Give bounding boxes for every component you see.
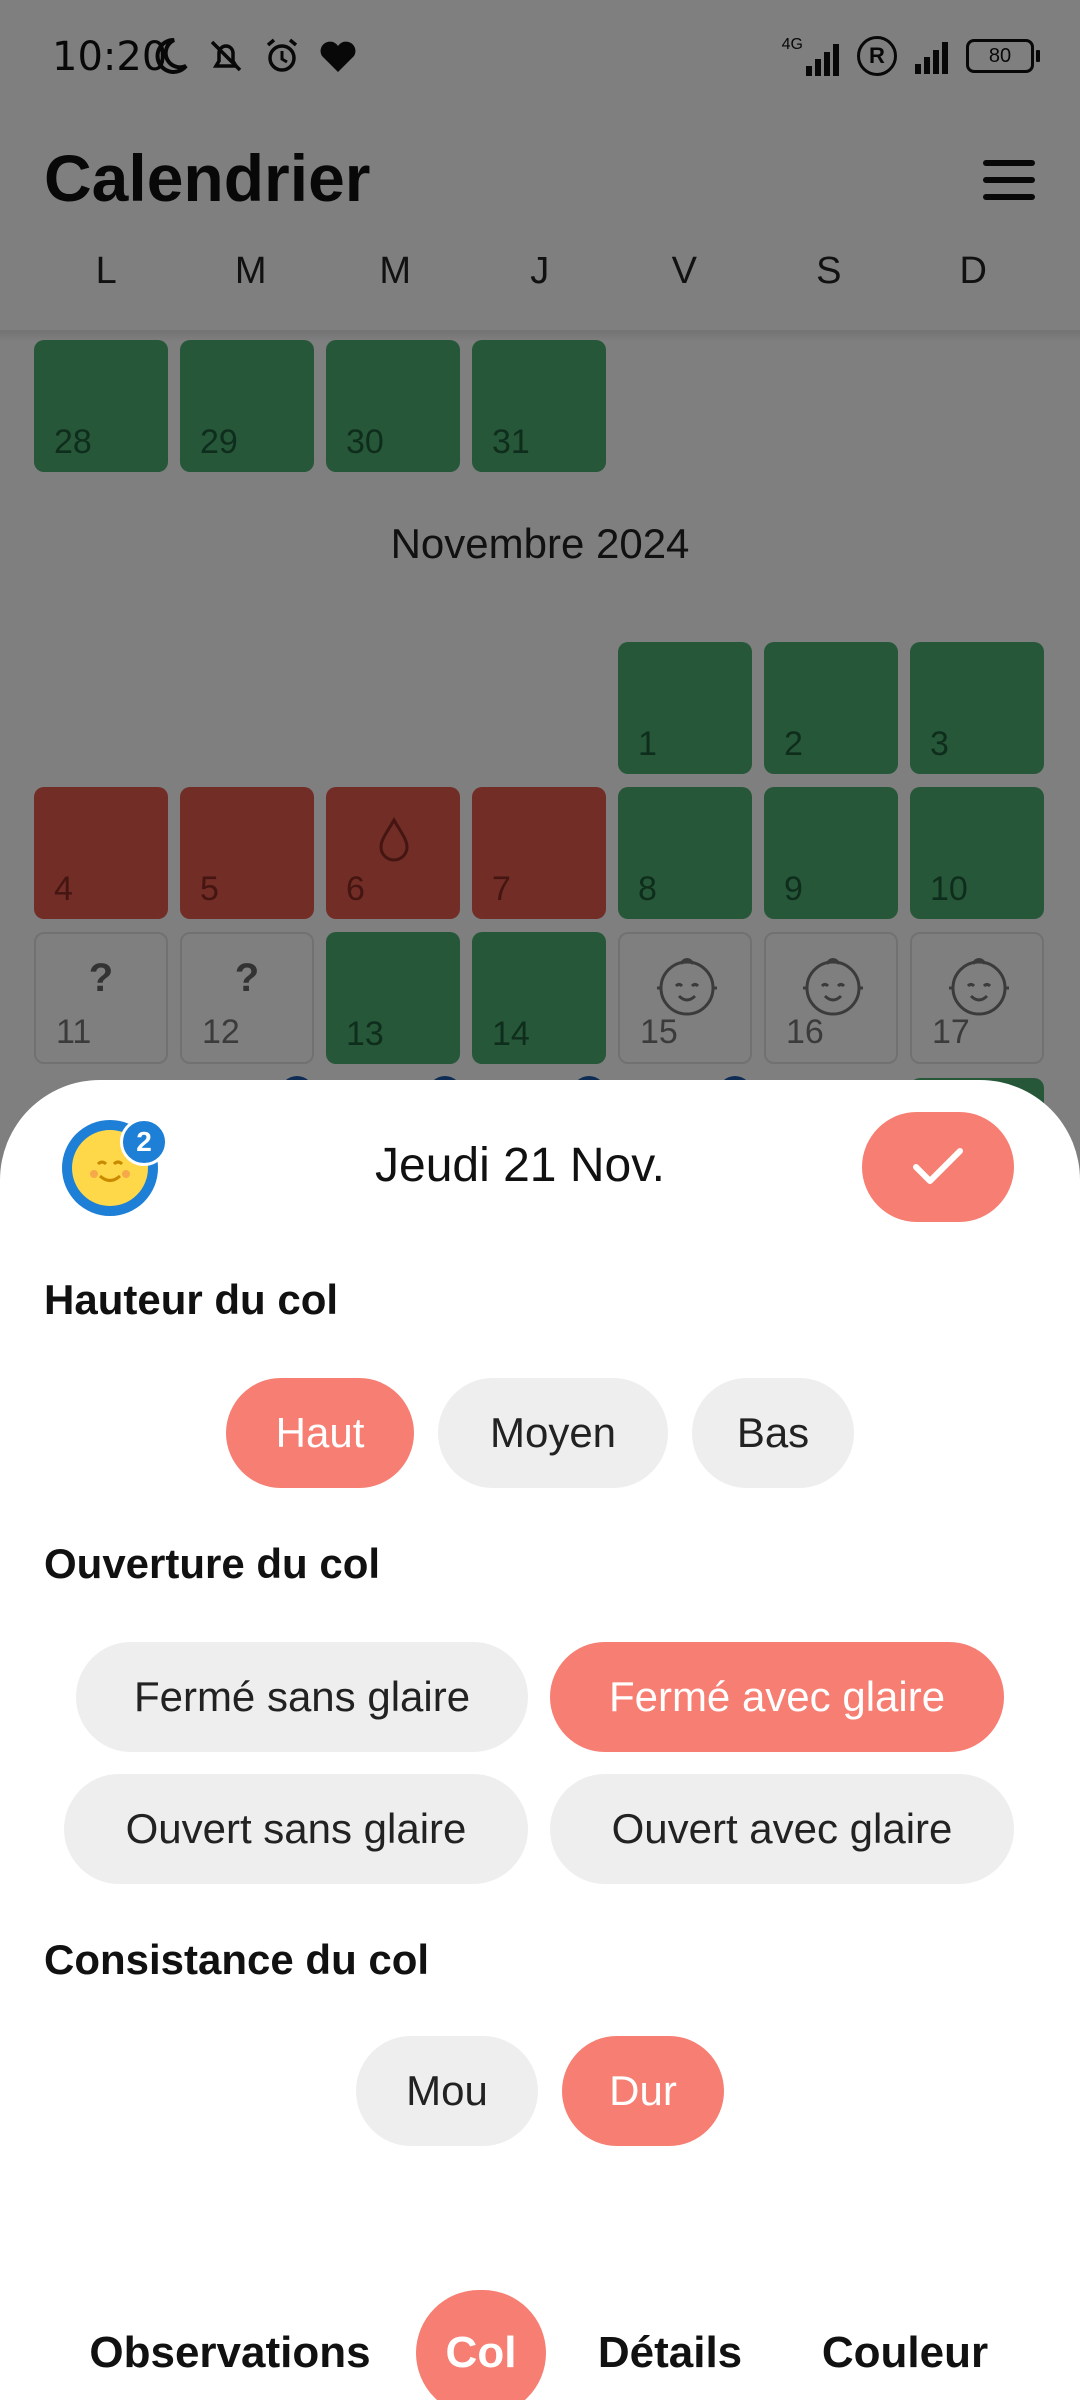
tab-couleur[interactable]: Couleur	[800, 2290, 1010, 2400]
option-haut[interactable]: Haut	[226, 1378, 414, 1488]
tab-col[interactable]: Col	[416, 2290, 546, 2400]
option-mou[interactable]: Mou	[356, 2036, 538, 2146]
option-ferme-sans-glaire[interactable]: Fermé sans glaire	[76, 1642, 528, 1752]
option-ferme-avec-glaire[interactable]: Fermé avec glaire	[550, 1642, 1004, 1752]
screen: 10:20 4G R 80 Calendrier	[0, 0, 1080, 2400]
bottom-tabs: Observations Col Détails Couleur	[0, 2290, 1080, 2400]
section-title-hauteur: Hauteur du col	[44, 1276, 339, 1323]
tab-observations[interactable]: Observations	[80, 2290, 380, 2400]
option-bas[interactable]: Bas	[692, 1378, 854, 1488]
option-ouvert-sans-glaire[interactable]: Ouvert sans glaire	[64, 1774, 528, 1884]
option-dur[interactable]: Dur	[562, 2036, 724, 2146]
confirm-button[interactable]	[862, 1112, 1014, 1222]
option-moyen[interactable]: Moyen	[438, 1378, 668, 1488]
tab-details[interactable]: Détails	[580, 2290, 760, 2400]
section-title-consistance: Consistance du col	[44, 1936, 430, 1983]
section-title-ouverture: Ouverture du col	[44, 1540, 381, 1587]
option-ouvert-avec-glaire[interactable]: Ouvert avec glaire	[550, 1774, 1014, 1884]
bottom-sheet: 2 Jeudi 21 Nov. Hauteur du col Haut Moye…	[0, 1080, 1080, 2400]
checkmark-icon	[913, 1148, 963, 1184]
